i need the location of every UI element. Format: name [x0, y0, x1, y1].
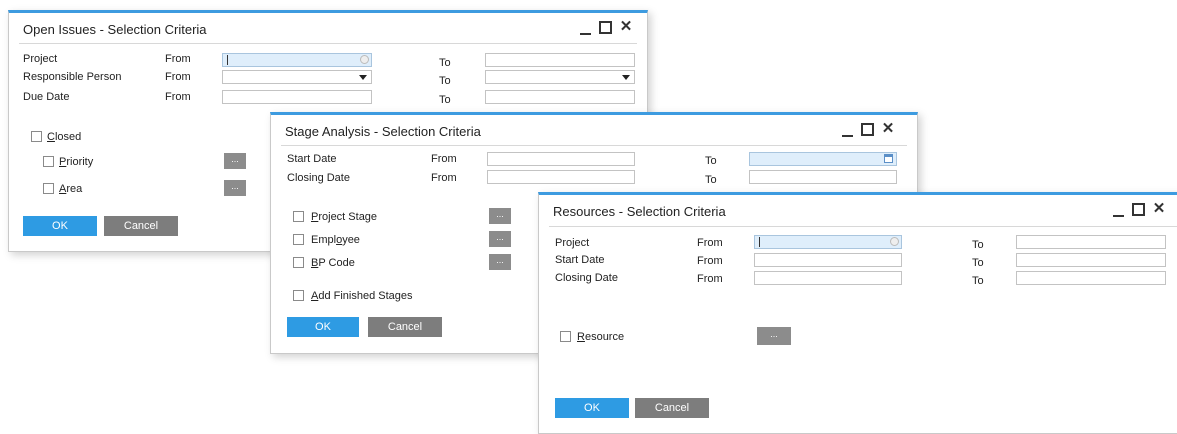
project-from-input[interactable]: [222, 53, 372, 67]
cancel-button[interactable]: Cancel: [104, 216, 178, 236]
responsible-person-label: Responsible Person: [23, 71, 122, 83]
add-finished-stages-checkbox[interactable]: [293, 290, 304, 301]
cancel-button[interactable]: Cancel: [635, 398, 709, 418]
ok-button[interactable]: OK: [23, 216, 97, 236]
text-cursor: [759, 237, 760, 247]
closing-date-from-input[interactable]: [754, 271, 902, 285]
employee-choose-button[interactable]: ...: [489, 231, 511, 247]
minimize-icon[interactable]: [1113, 205, 1124, 217]
from-label: From: [697, 273, 723, 285]
project-to-input[interactable]: [1016, 235, 1166, 249]
project-stage-checkbox[interactable]: [293, 211, 304, 222]
start-date-label: Start Date: [287, 153, 337, 165]
chevron-down-icon: [622, 75, 630, 80]
project-stage-label: Project Stage: [311, 211, 378, 223]
project-label: Project: [23, 53, 58, 65]
from-label: From: [165, 91, 191, 103]
start-date-label: Start Date: [555, 254, 605, 266]
bp-code-checkbox[interactable]: [293, 257, 304, 268]
project-label: Project: [555, 237, 590, 249]
minimize-icon[interactable]: [842, 125, 853, 137]
title-separator: [281, 145, 907, 146]
project-stage-choose-button[interactable]: ...: [489, 208, 511, 224]
from-label: From: [697, 237, 723, 249]
bp-code-choose-button[interactable]: ...: [489, 254, 511, 270]
due-date-label: Due Date: [23, 91, 70, 103]
chevron-down-icon: [359, 75, 367, 80]
resources-dialog: Resources - Selection Criteria ✕ Project…: [538, 192, 1177, 434]
dialog-title: Stage Analysis - Selection Criteria: [285, 124, 481, 139]
to-label: To: [439, 57, 451, 69]
from-label: From: [431, 153, 457, 165]
resource-checkbox[interactable]: [560, 331, 571, 342]
cancel-button[interactable]: Cancel: [368, 317, 442, 337]
close-icon[interactable]: ✕: [618, 19, 634, 35]
bp-code-label: BP Code: [311, 257, 355, 269]
to-label: To: [972, 257, 984, 269]
minimize-icon[interactable]: [580, 23, 591, 35]
text-cursor: [227, 55, 228, 65]
to-label: To: [439, 94, 451, 106]
maximize-icon[interactable]: [1132, 203, 1145, 216]
closing-date-to-input[interactable]: [749, 170, 897, 184]
ok-button[interactable]: OK: [287, 317, 359, 337]
responsible-person-to-select[interactable]: [485, 70, 635, 84]
to-label: To: [972, 275, 984, 287]
dialog-title: Open Issues - Selection Criteria: [23, 22, 207, 37]
window-controls: ✕: [1113, 201, 1173, 219]
project-to-input[interactable]: [485, 53, 635, 67]
start-date-from-input[interactable]: [487, 152, 635, 166]
maximize-icon[interactable]: [599, 21, 612, 34]
close-icon[interactable]: ✕: [880, 121, 896, 137]
area-checkbox[interactable]: [43, 183, 54, 194]
window-controls: ✕: [580, 19, 640, 37]
ok-button[interactable]: OK: [555, 398, 629, 418]
closed-label: Closed: [47, 131, 82, 143]
closing-date-label: Closing Date: [287, 172, 350, 184]
lookup-icon[interactable]: [360, 55, 369, 64]
closing-date-from-input[interactable]: [487, 170, 635, 184]
to-label: To: [705, 174, 717, 186]
start-date-to-input[interactable]: [1016, 253, 1166, 267]
to-label: To: [705, 155, 717, 167]
dialog-title: Resources - Selection Criteria: [553, 204, 726, 219]
area-label: Area: [59, 183, 83, 195]
closing-date-label: Closing Date: [555, 272, 618, 284]
priority-label: Priority: [59, 156, 94, 168]
calendar-icon[interactable]: [884, 154, 893, 163]
add-finished-stages-label: Add Finished Stages: [311, 290, 413, 302]
from-label: From: [697, 255, 723, 267]
closing-date-to-input[interactable]: [1016, 271, 1166, 285]
from-label: From: [431, 172, 457, 184]
employee-checkbox[interactable]: [293, 234, 304, 245]
employee-label: Employee: [311, 234, 360, 246]
start-date-from-input[interactable]: [754, 253, 902, 267]
priority-choose-button[interactable]: ...: [224, 153, 246, 169]
maximize-icon[interactable]: [861, 123, 874, 136]
lookup-icon[interactable]: [890, 237, 899, 246]
close-icon[interactable]: ✕: [1151, 201, 1167, 217]
title-separator: [19, 43, 637, 44]
priority-checkbox[interactable]: [43, 156, 54, 167]
due-date-from-input[interactable]: [222, 90, 372, 104]
window-controls: ✕: [842, 121, 902, 139]
closed-checkbox[interactable]: [31, 131, 42, 142]
project-from-input[interactable]: [754, 235, 902, 249]
start-date-to-input[interactable]: [749, 152, 897, 166]
responsible-person-from-select[interactable]: [222, 70, 372, 84]
to-label: To: [439, 75, 451, 87]
to-label: To: [972, 239, 984, 251]
title-separator: [549, 226, 1177, 227]
from-label: From: [165, 53, 191, 65]
area-choose-button[interactable]: ...: [224, 180, 246, 196]
resource-label: Resource: [577, 331, 625, 343]
from-label: From: [165, 71, 191, 83]
due-date-to-input[interactable]: [485, 90, 635, 104]
resource-choose-button[interactable]: ...: [757, 327, 791, 345]
